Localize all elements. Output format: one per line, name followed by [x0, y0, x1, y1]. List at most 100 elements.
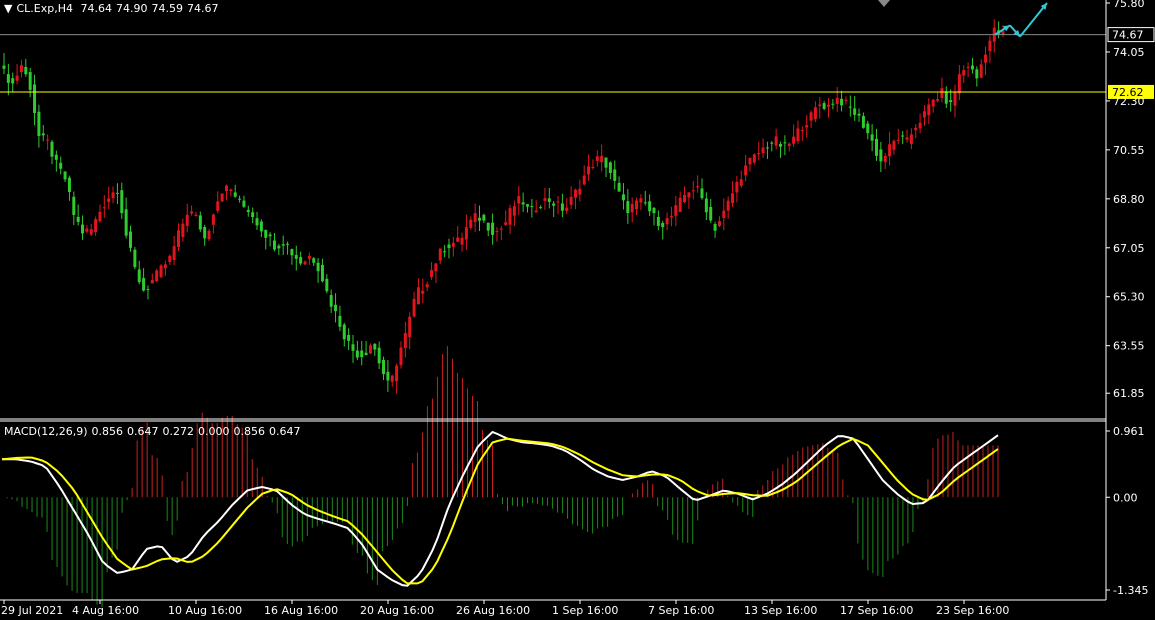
candle-body — [591, 167, 595, 169]
candle-body — [294, 254, 298, 259]
candle-body — [984, 54, 988, 63]
macd-tick-label: -1.345 — [1113, 584, 1148, 597]
candle-body — [329, 295, 333, 307]
macd-main-line — [2, 430, 999, 587]
price-tick-label: 72.30 — [1113, 95, 1145, 108]
candle-body — [761, 147, 765, 154]
candle-body — [626, 201, 630, 214]
macd-value-6: 0.647 — [269, 425, 301, 438]
candle-body — [355, 350, 359, 358]
candle-body — [115, 192, 119, 194]
candle-body — [530, 206, 534, 208]
candle-body — [59, 162, 63, 169]
candle-body — [320, 264, 324, 282]
candle-body — [172, 246, 176, 260]
candle-body — [54, 154, 58, 160]
candle-body — [617, 182, 621, 192]
time-tick-label: 7 Sep 16:00 — [648, 604, 714, 617]
candle-body — [543, 198, 547, 201]
symbol-label: CL.Exp,H4 — [16, 2, 73, 15]
candle-body — [281, 244, 285, 246]
candle-body — [473, 213, 477, 223]
candle-body — [277, 245, 281, 249]
candle-body — [565, 207, 569, 211]
candle-body — [368, 345, 372, 354]
candle-body — [552, 203, 556, 206]
candle-body — [512, 206, 516, 216]
candle-body — [399, 347, 403, 366]
candle-body — [560, 203, 564, 211]
candle-body — [33, 84, 37, 113]
candle-body — [979, 64, 983, 78]
candle-body — [325, 278, 329, 292]
candle-body — [268, 234, 272, 237]
candle-body — [102, 207, 106, 209]
candle-body — [582, 175, 586, 185]
candle-body — [495, 230, 499, 232]
candle-body — [229, 189, 233, 191]
candle-body — [827, 104, 831, 107]
candle-body — [683, 194, 687, 203]
candle-body — [783, 142, 787, 144]
candle-body — [752, 154, 756, 163]
candle-body — [805, 125, 809, 128]
candle-body — [639, 198, 643, 203]
candle-body — [425, 284, 429, 288]
macd-panel[interactable] — [1, 346, 999, 608]
candle-body — [347, 334, 351, 341]
candle-body — [19, 65, 23, 73]
price-tick-label: 70.55 — [1113, 144, 1145, 157]
candle-body — [888, 144, 892, 157]
chart-canvas[interactable]: 74.6772.62 75.8074.0572.3070.5568.8067.0… — [0, 0, 1155, 620]
candle-body — [669, 215, 673, 218]
candle-body — [137, 269, 141, 283]
candle-body — [796, 128, 800, 142]
candle-body — [648, 201, 652, 212]
price-tick-label: 61.85 — [1113, 387, 1145, 400]
candle-body — [569, 196, 573, 205]
candle-body — [661, 222, 665, 228]
candle-body — [713, 224, 717, 231]
candle-body — [303, 261, 307, 265]
candle-body — [940, 88, 944, 98]
candle-body — [901, 135, 905, 137]
candle-body — [844, 99, 848, 101]
candle-body — [443, 251, 447, 253]
candle-body — [272, 240, 276, 250]
candle-body — [168, 255, 172, 262]
time-tick-label: 16 Aug 16:00 — [264, 604, 338, 617]
candle-body — [150, 280, 154, 284]
candle-body — [966, 66, 970, 68]
candle-body — [163, 264, 167, 269]
candle-body — [24, 66, 28, 75]
candle-body — [386, 371, 390, 381]
candle-body — [556, 201, 560, 203]
candle-body — [896, 139, 900, 141]
symbol-dropdown-icon[interactable]: ▼ — [4, 2, 12, 15]
candle-body — [377, 347, 381, 364]
candle-body — [211, 214, 215, 225]
candle-body — [517, 196, 521, 204]
candle-body — [800, 130, 804, 132]
candle-body — [534, 210, 538, 213]
candle-body — [364, 352, 368, 355]
candle-body — [395, 365, 399, 382]
candle-body — [155, 270, 159, 282]
candle-body — [491, 222, 495, 235]
macd-value-1: 0.856 — [91, 425, 124, 438]
candle-body — [456, 237, 460, 242]
candle-body — [438, 248, 442, 261]
candle-body — [373, 343, 377, 350]
candle-body — [809, 112, 813, 121]
candle-body — [988, 40, 992, 52]
candle-body — [931, 99, 935, 107]
candle-body — [342, 324, 346, 340]
candle-body — [299, 257, 303, 264]
scroll-marker-icon[interactable] — [878, 0, 890, 7]
candle-body — [866, 123, 870, 134]
candle-body — [613, 169, 617, 181]
candle-body — [28, 72, 32, 90]
macd-value-5: 0.856 — [233, 425, 266, 438]
candle-body — [72, 196, 76, 215]
candle-body — [687, 192, 691, 198]
